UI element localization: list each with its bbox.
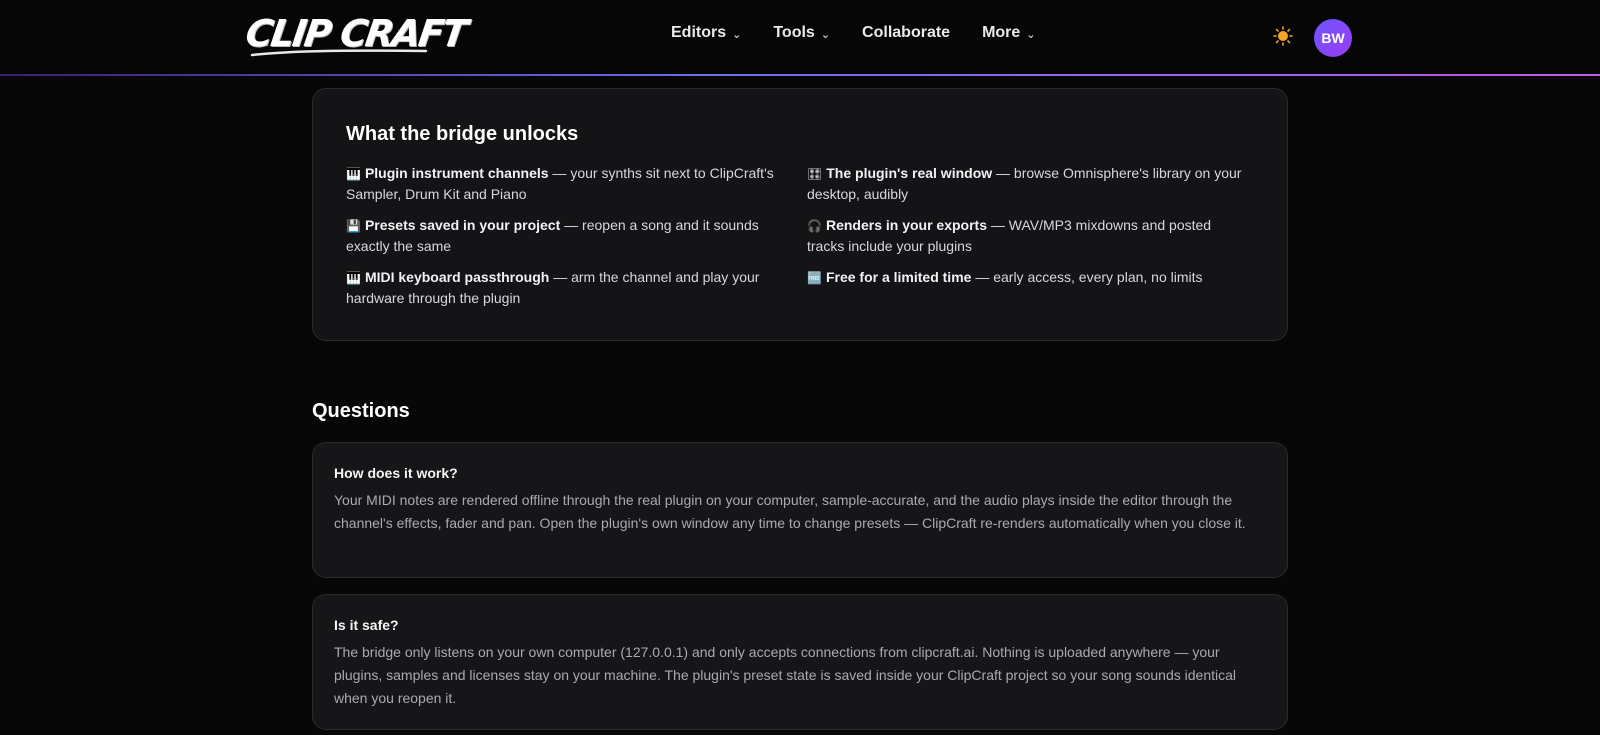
logo-brush-stroke bbox=[250, 49, 428, 57]
feature-presets-saved: 💾 Presets saved in your project — reopen … bbox=[346, 215, 790, 256]
feature-plugin-instrument-channels: 🎹 Plugin instrument channels — your synth… bbox=[346, 163, 790, 204]
feature-renders-in-exports: 🎧 Renders in your exports — WAV/MP3 mixdo… bbox=[807, 215, 1251, 256]
feature-title: MIDI keyboard passthrough bbox=[364, 269, 550, 285]
nav-tools-label: Tools bbox=[773, 24, 815, 41]
faq-item[interactable]: Is it safe? The bridge only listens on y… bbox=[312, 594, 1288, 730]
faq-item[interactable]: How does it work? Your MIDI notes are re… bbox=[312, 442, 1288, 578]
nav-editors[interactable]: Editors ⌄ bbox=[671, 24, 741, 42]
headphones-icon: 🎧 bbox=[807, 219, 822, 233]
faq-answer: The bridge only listens on your own comp… bbox=[334, 644, 1237, 706]
faq-answer: Your MIDI notes are rendered offline thr… bbox=[334, 492, 1246, 531]
bridge-unlocks-card: What the bridge unlocks 🎹 Plugin instrume… bbox=[312, 88, 1288, 341]
feature-text: — early access, every plan, no limits bbox=[971, 269, 1203, 285]
unlocks-title: What the bridge unlocks bbox=[346, 123, 579, 145]
feature-free-limited-time: 🆓 Free for a limited time — early access,… bbox=[807, 267, 1251, 288]
top-navigation-bar: CLIP CRAFT Editors ⌄ Tools ⌄ Collaborate… bbox=[0, 0, 1600, 74]
control-knobs-icon: 🎛 bbox=[807, 167, 823, 181]
nav-editors-label: Editors bbox=[671, 24, 727, 41]
faq-question: How does it work? bbox=[334, 465, 458, 481]
chevron-down-icon: ⌄ bbox=[1026, 28, 1036, 41]
feature-title: Free for a limited time bbox=[825, 269, 972, 285]
nav-more-label: More bbox=[982, 24, 1021, 41]
chevron-down-icon: ⌄ bbox=[820, 28, 831, 41]
sun-icon[interactable] bbox=[1273, 26, 1293, 46]
piano-icon: 🎹 bbox=[346, 167, 361, 181]
nav-more[interactable]: More ⌄ bbox=[982, 24, 1035, 42]
nav-collaborate-label: Collaborate bbox=[862, 24, 951, 41]
feature-title: Renders in your exports bbox=[825, 217, 987, 233]
nav-collaborate[interactable]: Collaborate bbox=[862, 24, 950, 42]
faq-question: Is it safe? bbox=[334, 617, 399, 633]
user-avatar[interactable]: BW bbox=[1314, 19, 1352, 57]
header-gradient-divider bbox=[0, 74, 1600, 76]
chevron-down-icon: ⌄ bbox=[732, 28, 742, 41]
main-nav: Editors ⌄ Tools ⌄ Collaborate More ⌄ bbox=[671, 24, 1036, 42]
feature-title: Presets saved in your project bbox=[364, 217, 561, 233]
feature-title: The plugin's real window bbox=[826, 165, 993, 181]
free-badge-icon: 🆓 bbox=[807, 271, 822, 285]
questions-heading: Questions bbox=[312, 400, 410, 422]
feature-plugin-real-window: 🎛 The plugin's real window — browse Omnis… bbox=[807, 163, 1251, 204]
feature-midi-keyboard-passthrough: 🎹 MIDI keyboard passthrough — arm the cha… bbox=[346, 267, 790, 308]
floppy-disk-icon: 💾 bbox=[346, 219, 361, 233]
feature-title: Plugin instrument channels bbox=[364, 165, 549, 181]
keyboard-icon: 🎹 bbox=[346, 271, 361, 285]
nav-tools[interactable]: Tools ⌄ bbox=[773, 24, 830, 42]
